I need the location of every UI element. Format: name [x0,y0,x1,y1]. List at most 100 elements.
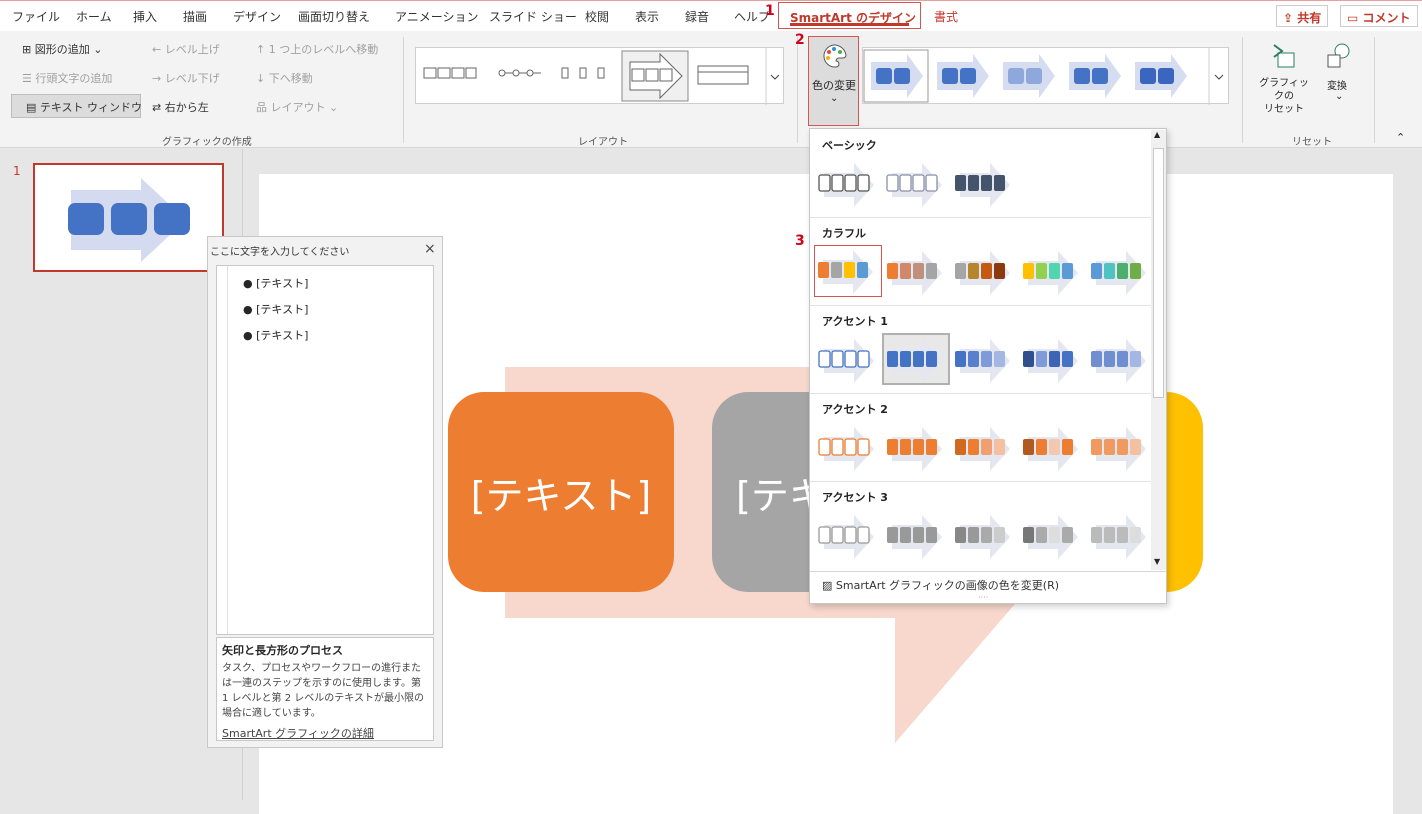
bullet-list-icon: ☰ [22,72,36,85]
add-bullet-button[interactable]: ☰ 行頭文字の追加 [22,70,112,86]
smartart-styles-gallery [862,47,1230,105]
close-icon[interactable]: × [424,241,436,257]
move-down-button[interactable]: ↓ 下へ移動 [256,70,313,86]
resize-grip[interactable]: ···· [978,593,988,602]
color-option[interactable] [1020,511,1084,559]
move-up-label: 1 つ上のレベルへ移動 [268,43,379,56]
ribbon: ⊞ 図形の追加 ⌄ ☰ 行頭文字の追加 ▤ テキスト ウィンドウ ← レベル上げ… [0,31,1422,148]
color-option[interactable] [884,511,948,559]
group-title-create: グラフィックの作成 [162,137,252,148]
bullet-item[interactable]: ● [テキスト] [243,275,308,291]
color-option[interactable] [814,245,882,297]
color-option[interactable] [1020,335,1084,383]
demote-label: レベル下げ [164,72,220,85]
divider [1374,37,1375,143]
color-option[interactable] [952,159,1016,207]
color-option[interactable] [816,335,880,383]
color-option[interactable] [1088,247,1152,295]
share-button[interactable]: ⇪ 共有 [1276,5,1329,27]
right-to-left-button[interactable]: ⇄ 右から左 [152,99,209,115]
layout-thumbnails[interactable] [416,48,785,105]
tab-file[interactable]: ファイル [12,8,60,25]
smartart-details-link[interactable]: SmartArt グラフィックの詳細 [222,725,428,741]
reset-graphic-icon [1273,44,1295,68]
slide-thumbnail[interactable] [33,163,224,272]
layout-button[interactable]: 品 レイアウト ⌄ [256,99,338,115]
smartart-text-pane: ここに文字を入力してください × ● [テキスト] ● [テキスト] ● [テキ… [207,236,443,748]
chevron-down-icon: ⌄ [830,93,839,104]
smartart-box-1[interactable]: [テキスト] [448,392,674,592]
slide-thumbnail-preview [68,178,190,262]
tab-animations[interactable]: アニメーション [395,8,479,25]
color-option[interactable] [952,423,1016,471]
tab-draw[interactable]: 描画 [183,8,207,25]
step-number-1: 1 [765,3,775,19]
tab-insert[interactable]: 挿入 [133,8,157,25]
color-option[interactable] [882,333,950,385]
section-accent1: アクセント 1 [822,315,888,328]
text-pane-button[interactable]: ▤ テキスト ウィンドウ [11,94,142,118]
color-option[interactable] [952,335,1016,383]
tab-transitions[interactable]: 画面切り替え [298,8,370,25]
collapse-ribbon-icon[interactable]: ⌃ [1396,131,1405,144]
color-option[interactable] [884,159,948,207]
tab-slideshow[interactable]: スライド ショー [489,8,577,25]
tab-record[interactable]: 録音 [685,8,709,25]
demote-button[interactable]: → レベル下げ [152,70,220,86]
text-pane-editor[interactable]: ● [テキスト] ● [テキスト] ● [テキスト] [216,265,434,635]
promote-button[interactable]: ← レベル上げ [152,41,220,57]
tab-home[interactable]: ホーム [76,8,112,25]
color-option[interactable] [1088,511,1152,559]
dropdown-scrollbar[interactable]: ▲ ▼ [1151,130,1166,570]
change-colors-label: 色の変更 [812,79,856,92]
reset-graphic-label-line1: グラフィックの [1259,78,1309,102]
recolor-pictures-label: SmartArt グラフィックの画像の色を変更(R) [835,579,1060,592]
scroll-down-icon[interactable]: ▼ [1154,557,1160,566]
tab-smartart-design[interactable]: SmartArt のデザイン [778,2,921,29]
arrow-down-icon: ↓ [256,72,269,85]
color-option[interactable] [1088,335,1152,383]
reset-graphic-button[interactable]: グラフィックの リセット [1252,39,1314,115]
color-option[interactable] [884,247,948,295]
section-accent3: アクセント 3 [822,491,888,504]
add-bullet-label: 行頭文字の追加 [35,72,113,85]
tab-view[interactable]: 表示 [635,8,659,25]
scroll-thumb[interactable] [1153,148,1164,398]
color-option[interactable] [1020,247,1084,295]
change-colors-dropdown: ベーシック カラフル アクセント 1 アクセント 2 アクセント 3 ▲ ▼ ▨… [809,128,1167,604]
color-option[interactable] [884,423,948,471]
color-option[interactable] [952,247,1016,295]
smartart-box-1-text: [テキスト] [470,473,652,518]
recolor-pictures-item[interactable]: ▨ SmartArt グラフィックの画像の色を変更(R) [822,577,1059,593]
layout-gallery [415,47,785,105]
step-number-2: 2 [795,32,805,48]
scroll-up-icon[interactable]: ▲ [1154,130,1160,139]
color-option[interactable] [816,511,880,559]
style-thumb [863,49,929,103]
arrow-right-icon: → [152,72,165,85]
tab-design[interactable]: デザイン [233,8,281,25]
tab-review[interactable]: 校閲 [585,8,609,25]
bullet-item[interactable]: ● [テキスト] [243,301,308,317]
comment-button[interactable]: ▭ コメント [1340,5,1418,27]
bullet-item[interactable]: ● [テキスト] [243,327,308,343]
divider [797,37,798,143]
palette-icon [823,44,847,68]
add-shape-button[interactable]: ⊞ 図形の追加 ⌄ [22,41,102,57]
move-up-button[interactable]: ↑ 1 つ上のレベルへ移動 [256,41,378,57]
tab-format[interactable]: 書式 [934,8,958,25]
convert-button[interactable]: 変換 ⌄ [1320,39,1358,109]
chevron-down-icon: ⌄ [325,101,339,114]
color-option[interactable] [816,159,880,207]
color-option[interactable] [1020,423,1084,471]
section-colorful: カラフル [822,227,866,240]
chevron-down-icon: ⌄ [89,43,103,56]
color-option[interactable] [1088,423,1152,471]
convert-label: 変換 [1327,81,1347,92]
color-option[interactable] [952,511,1016,559]
style-thumbnails[interactable] [863,48,1230,105]
promote-label: レベル上げ [164,43,220,56]
change-colors-button[interactable]: 色の変更 ⌄ [808,36,859,126]
right-to-left-label: 右から左 [164,101,209,114]
color-option[interactable] [816,423,880,471]
